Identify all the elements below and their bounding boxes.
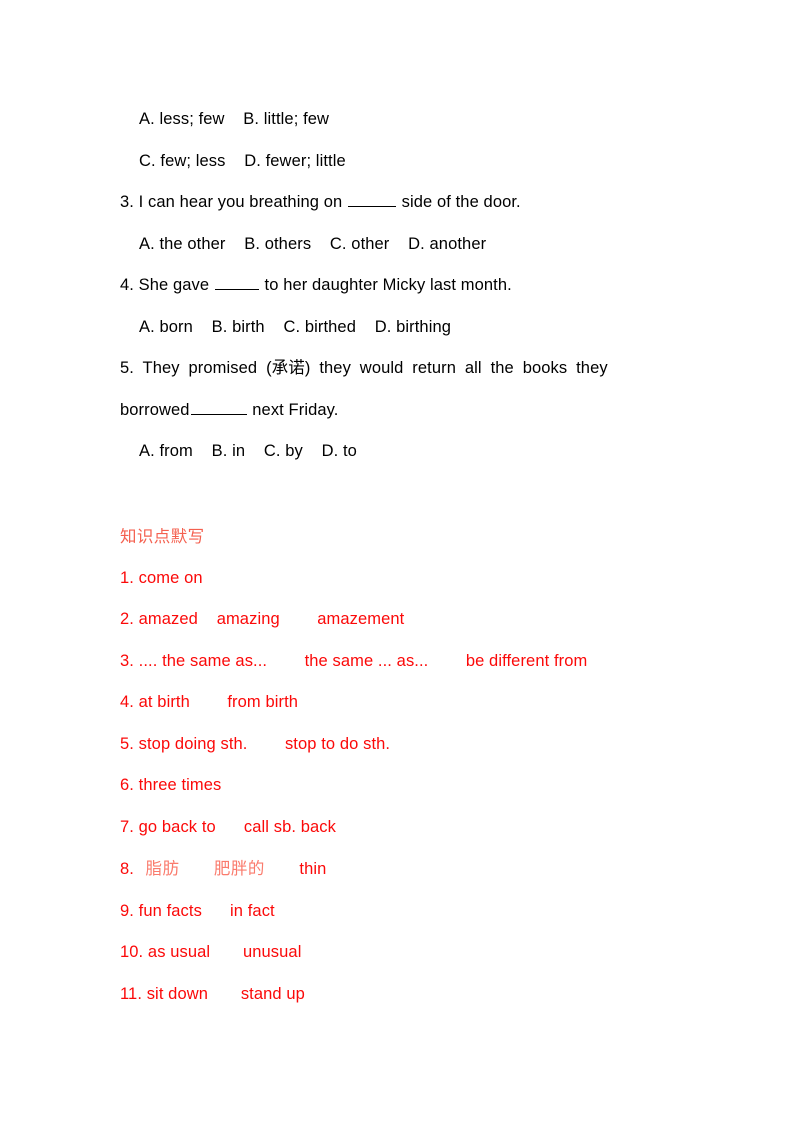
question-4-text-after-blank: to her daughter Micky last month. [259, 276, 512, 294]
dictation-item-number: 1. [120, 568, 134, 587]
dictation-item-number: 4. [120, 693, 134, 711]
question-5-text-before-blank: borrowed [120, 400, 190, 419]
question-3-options: A. the other B. others C. other D. anoth… [139, 234, 487, 253]
dictation-item-text: come on [133, 568, 203, 587]
dictation-item-number: 2. [120, 610, 134, 628]
dictation-item: 2. amazed amazing amazement [120, 599, 720, 641]
dictation-item-number: 9. [120, 901, 134, 920]
dictation-item-text: three times [133, 776, 222, 794]
question-2-options-line-2: C. few; less D. fewer; little [139, 151, 346, 170]
dictation-item-number: 10. [120, 943, 144, 961]
question-4-options: A. born B. birth C. birthed D. birthing [139, 317, 452, 336]
dictation-item: 7. go back to call sb. back [120, 807, 720, 849]
dictation-item-text: .... the same as... the same ... as... b… [133, 651, 588, 670]
dictation-item-text: amazed amazing amazement [133, 610, 405, 628]
question-5-stem-line-2: borrowed next Friday. [120, 390, 680, 432]
dictation-item: 1. come on [120, 558, 720, 600]
dictation-item-text: fun facts in fact [133, 901, 275, 920]
question-4-text-before-blank: She gave [133, 276, 214, 294]
question-5-blank [190, 398, 247, 415]
dictation-heading: 知识点默写 [120, 527, 205, 546]
dictation-item: 11. sit down stand up [120, 974, 720, 1016]
dictation-item-number: 8. [120, 860, 134, 878]
worksheet-page: A. less; few B. little; few C. few; less… [0, 0, 794, 1123]
dictation-item: 10. as usual unusual [120, 932, 720, 974]
question-5-options: A. from B. in C. by D. to [139, 442, 357, 460]
question-3-blank [347, 190, 396, 207]
question-3-text-after-blank: side of the door. [396, 193, 521, 211]
dictation-item-text: as usual unusual [143, 943, 302, 961]
question-3-stem: 3. I can hear you breathing on side of t… [120, 182, 680, 224]
multiple-choice-section: A. less; few B. little; few C. few; less… [120, 99, 680, 473]
dictation-item-number: 6. [120, 776, 134, 794]
question-5-number: 5. [120, 359, 134, 377]
dictation-item-number: 11. [120, 984, 143, 1003]
dictation-item-text: stop doing sth. stop to do sth. [133, 734, 391, 753]
dictation-item: 8. 脂肪 肥胖的 thin [120, 848, 720, 891]
dictation-item-text: go back to call sb. back [133, 817, 336, 836]
question-4-blank [214, 273, 259, 290]
dictation-item: 4. at birth from birth [120, 682, 720, 724]
dictation-item-number: 5. [120, 734, 134, 753]
dictation-item-text: at birth from birth [133, 693, 299, 711]
question-2-options-line-1: A. less; few B. little; few [139, 110, 330, 128]
question-4-stem: 4. She gave to her daughter Micky last m… [120, 265, 680, 307]
dictation-item: 3. .... the same as... the same ... as..… [120, 641, 720, 683]
dictation-item-text: 脂肪 肥胖的 [133, 859, 300, 878]
dictation-item-text: sit down stand up [142, 984, 305, 1003]
dictation-item-number: 3. [120, 651, 134, 670]
dictation-section: 知识点默写 1. come on 2. amazed amazing amazem… [120, 516, 720, 1015]
dictation-item: 5. stop doing sth. stop to do sth. [120, 724, 720, 766]
dictation-item: 6. three times [120, 765, 720, 807]
question-4-number: 4. [120, 276, 134, 294]
question-3-number: 3. [120, 193, 134, 211]
question-5-text-after-blank: next Friday. [247, 400, 339, 419]
dictation-item-number: 7. [120, 817, 134, 836]
question-5-stem-line-1: 5. They promised (承诺) they would return … [120, 348, 678, 390]
question-3-text-before-blank: I can hear you breathing on [133, 193, 347, 211]
dictation-item: 9. fun facts in fact [120, 891, 720, 933]
question-5-text-line-1: They promised (承诺) they would return all… [133, 359, 608, 377]
dictation-list: 1. come on 2. amazed amazing amazement 3. … [120, 558, 720, 1016]
dictation-item-text: thin [299, 860, 327, 878]
